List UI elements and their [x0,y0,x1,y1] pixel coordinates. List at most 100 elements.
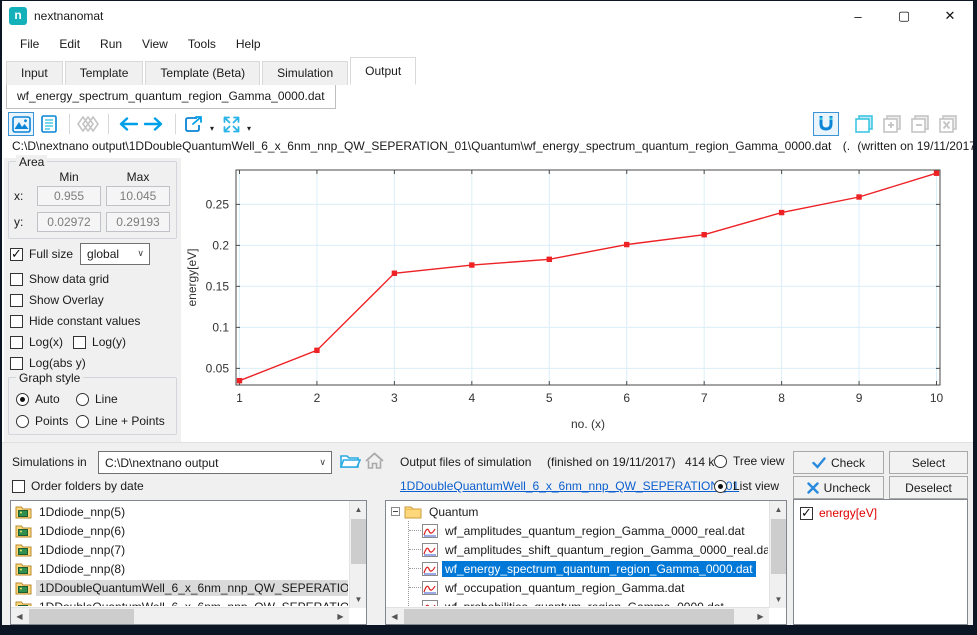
scroll-down-icon[interactable]: ▼ [770,591,787,608]
folders-horizontal-scrollbar[interactable]: ◀ ▶ [11,607,349,624]
folder-icon [15,524,32,538]
hide-constant-values-checkbox[interactable] [10,315,23,328]
folder-list-item[interactable]: 1DDoubleQuantumWell_6_x_6nm_nnp_QW_SEPER… [12,597,348,606]
tab-strip: InputTemplateTemplate (Beta)SimulationOu… [2,57,973,85]
data-file-icon [422,524,438,538]
menu-item-file[interactable]: File [10,33,49,55]
document-tab[interactable]: wf_energy_spectrum_quantum_region_Gamma_… [6,85,336,109]
maximize-button[interactable]: ▢ [881,1,927,31]
tab-output[interactable]: Output [350,57,416,85]
bottom-panel: Simulations in C:\D\nextnano output ∨ Or… [2,442,973,625]
energy-spectrum-chart: 123456789100.050.10.150.20.25no. (x)ener… [182,158,969,442]
scroll-right-icon[interactable]: ▶ [332,608,349,625]
check-button[interactable]: Check [793,451,884,474]
folders-vertical-scrollbar[interactable]: ▲ ▼ [349,501,366,608]
folder-list-item[interactable]: 1DDoubleQuantumWell_6_x_6nm_nnp_QW_SEPER… [12,578,348,597]
add-plot-icon[interactable] [879,112,905,136]
magnet-icon[interactable] [813,112,839,136]
written-date: (written on 19/11/2017) [857,139,973,153]
scroll-left-icon[interactable]: ◀ [11,608,28,625]
simulations-folder-combobox[interactable]: C:\D\nextnano output ∨ [98,451,332,474]
tree-view-option[interactable]: Tree view [714,454,785,468]
show-overlay-checkbox[interactable] [10,294,23,307]
deselect-button-label: Deselect [905,481,952,495]
menu-item-edit[interactable]: Edit [49,33,90,55]
graph-style-line[interactable]: Line [76,392,171,406]
graph-style-points[interactable]: Points [16,414,76,428]
scroll-up-icon[interactable]: ▲ [350,501,367,518]
tab-simulation[interactable]: Simulation [262,61,348,85]
menu-item-run[interactable]: Run [90,33,132,55]
scroll-up-icon[interactable]: ▲ [770,501,787,518]
order-folders-checkbox[interactable] [12,480,25,493]
graph-style-line-points[interactable]: Line + Points [76,414,171,428]
list-view-option[interactable]: List view [714,479,779,493]
close-button[interactable]: ✕ [927,1,973,31]
collapse-icon[interactable] [391,507,400,516]
forward-arrow-icon[interactable] [142,112,168,136]
series-checkbox[interactable] [800,507,813,520]
series-item[interactable]: energy[eV] [800,506,967,520]
delete-plot-icon[interactable] [935,112,961,136]
order-folders-label: Order folders by date [31,479,144,493]
graph-style-auto[interactable]: Auto [16,392,76,406]
x-min-field[interactable]: 0.955 [37,186,101,206]
text-view-icon[interactable] [36,112,62,136]
scroll-left-icon[interactable]: ◀ [386,608,403,625]
open-folder-icon[interactable] [339,451,361,474]
x-max-field[interactable]: 10.045 [106,186,170,206]
menu-item-tools[interactable]: Tools [178,33,226,55]
scroll-right-icon[interactable]: ▶ [752,608,769,625]
simulations-folder-value: C:\D\nextnano output [105,456,218,470]
uncheck-button[interactable]: Uncheck [793,476,884,499]
menu-item-view[interactable]: View [132,33,178,55]
tab-input[interactable]: Input [6,61,63,85]
output-file-item[interactable]: wf_amplitudes_shift_quantum_region_Gamma… [409,540,768,559]
tab-template[interactable]: Template [65,61,144,85]
log-y--checkbox[interactable] [73,336,86,349]
back-arrow-icon[interactable] [114,112,140,136]
log-abs-y--checkbox[interactable] [10,357,23,370]
home-icon[interactable] [364,451,385,474]
scroll-down-icon[interactable]: ▼ [350,591,367,608]
export-icon[interactable] [181,112,207,136]
tab-template-beta-[interactable]: Template (Beta) [145,61,260,85]
scroll-thumb[interactable] [351,519,366,564]
y-min-field[interactable]: 0.02972 [37,212,101,232]
overlay-stack-icon[interactable] [75,112,101,136]
simulation-link[interactable]: 1DDoubleQuantumWell_6_x_6nm_nnp_QW_SEPER… [400,479,739,493]
log-x--checkbox[interactable] [10,336,23,349]
scroll-thumb[interactable] [29,609,134,624]
files-vertical-scrollbar[interactable]: ▲ ▼ [769,501,786,608]
output-file-item[interactable]: wf_energy_spectrum_quantum_region_Gamma_… [409,559,768,578]
remove-plot-icon[interactable] [907,112,933,136]
chart-canvas[interactable]: 123456789100.050.10.150.20.25no. (x)ener… [182,158,969,442]
files-horizontal-scrollbar[interactable]: ◀ ▶ [386,607,769,624]
export-dropdown-caret[interactable]: ▾ [210,124,214,133]
deselect-button[interactable]: Deselect [889,476,968,499]
full-size-combobox[interactable]: global ∨ [80,243,150,265]
fit-view-icon[interactable] [218,112,244,136]
list-view-radio[interactable] [714,480,727,493]
y-axis-label: y: [14,215,32,229]
chart-view-icon[interactable] [8,112,34,136]
show-data-grid-checkbox[interactable] [10,273,23,286]
output-file-item[interactable]: wf_occupation_quantum_region_Gamma.dat [409,578,768,597]
minimize-button[interactable]: – [835,1,881,31]
folder-list-item[interactable]: 1Ddiode_nnp(6) [12,521,348,540]
tree-root-row[interactable]: Quantum [387,502,768,521]
clone-plot-icon[interactable] [851,112,877,136]
folder-list-item[interactable]: 1Ddiode_nnp(7) [12,540,348,559]
folder-list-item[interactable]: 1Ddiode_nnp(5) [12,502,348,521]
output-file-item[interactable]: wf_probabilities_quantum_region_Gamma_00… [409,597,768,606]
menu-item-help[interactable]: Help [226,33,271,55]
scroll-thumb[interactable] [771,519,786,574]
folder-list-item[interactable]: 1Ddiode_nnp(8) [12,559,348,578]
select-button[interactable]: Select [889,451,968,474]
output-file-item[interactable]: wf_amplitudes_quantum_region_Gamma_0000_… [409,521,768,540]
y-max-field[interactable]: 0.29193 [106,212,170,232]
fit-dropdown-caret[interactable]: ▾ [247,124,251,133]
tree-view-radio[interactable] [714,455,727,468]
full-size-checkbox[interactable] [10,248,23,261]
scroll-thumb[interactable] [404,609,734,624]
